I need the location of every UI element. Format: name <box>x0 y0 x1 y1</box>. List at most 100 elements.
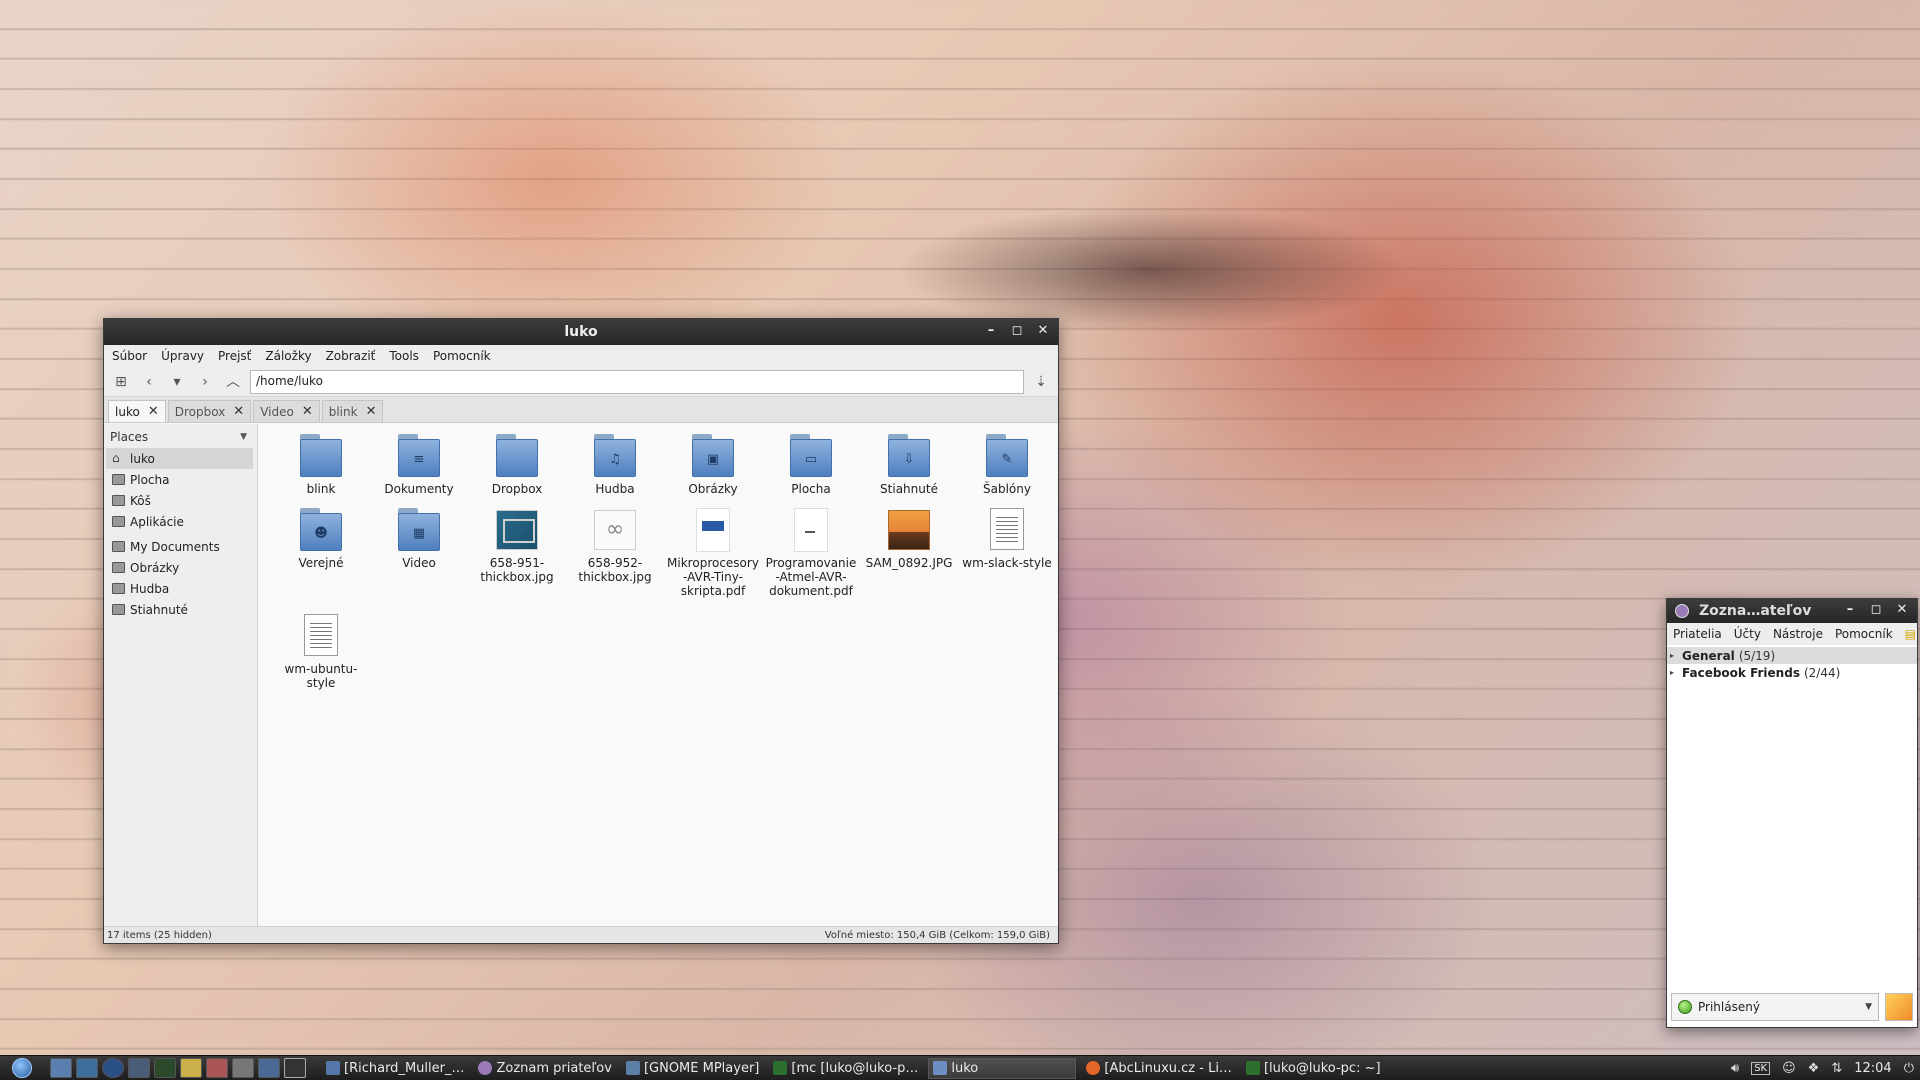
show-desktop-icon[interactable] <box>284 1058 306 1078</box>
task-gnome-mplayer[interactable]: [GNOME MPlayer] <box>622 1058 763 1079</box>
places-header[interactable]: Places ▼ <box>104 430 257 448</box>
keyboard-layout-indicator[interactable]: SK <box>1751 1061 1771 1075</box>
file-item[interactable]: ✎ Šablóny <box>960 434 1054 496</box>
maximize-icon[interactable]: ◻ <box>1867 601 1885 619</box>
task-mc[interactable]: [mc [luko@luko-p… <box>769 1058 922 1079</box>
display-launcher-icon[interactable] <box>258 1058 280 1078</box>
task-luko[interactable]: luko <box>928 1057 1077 1079</box>
menu-subor[interactable]: Súbor <box>112 349 147 363</box>
menu-nastroje[interactable]: Nástroje <box>1773 627 1823 641</box>
file-item[interactable]: blink <box>274 434 368 496</box>
file-item[interactable]: wm-slack-style <box>960 508 1054 570</box>
close-icon[interactable]: ✕ <box>302 404 313 419</box>
pidgin-tray-icon[interactable]: ☺ <box>1782 1061 1796 1076</box>
notes-icon[interactable]: ▤ <box>1905 627 1916 641</box>
group-facebook-friends[interactable]: ▸ Facebook Friends (2/44) <box>1667 664 1917 681</box>
menu-priatelia[interactable]: Priatelia <box>1673 627 1722 641</box>
menu-logo-icon <box>12 1058 32 1078</box>
window-launcher-icon[interactable] <box>232 1058 254 1078</box>
file-item[interactable]: ▣ Obrázky <box>666 434 760 496</box>
maximize-icon[interactable]: ◻ <box>1008 322 1026 340</box>
close-icon[interactable]: ✕ <box>1893 601 1911 619</box>
chevron-down-icon[interactable]: ▼ <box>1865 1002 1872 1012</box>
file-item[interactable]: ▦ Video <box>372 508 466 570</box>
status-selector[interactable]: Prihlásený ▼ <box>1671 993 1879 1021</box>
menu-zobrazit[interactable]: Zobraziť <box>326 349 376 363</box>
file-manager-launcher-icon[interactable] <box>50 1058 72 1078</box>
tab-dropbox[interactable]: Dropbox ✕ <box>167 400 252 422</box>
dropbox-icon[interactable]: ❖ <box>1808 1061 1820 1076</box>
file-item[interactable]: ≡ Dokumenty <box>372 434 466 496</box>
sidebar-item-label: Stiahnuté <box>130 602 188 617</box>
task-zoznam-priatelov[interactable]: Zoznam priateľov <box>474 1058 615 1079</box>
group-general[interactable]: ▸ General (5/19) <box>1667 647 1917 664</box>
taskbar: [Richard_Muller_… Zoznam priateľov [GNOM… <box>0 1055 1920 1080</box>
menu-tools[interactable]: Tools <box>389 349 419 363</box>
history-dropdown-icon[interactable]: ▾ <box>166 371 188 393</box>
buddy-titlebar[interactable]: Zozna…ateľov – ◻ ✕ <box>1667 599 1917 623</box>
file-item[interactable]: Dropbox <box>470 434 564 496</box>
sidebar-item-plocha[interactable]: Plocha <box>106 469 253 490</box>
sidebar-item-kos[interactable]: Kôš <box>106 490 253 511</box>
fm-titlebar[interactable]: luko – ◻ ✕ <box>104 319 1058 345</box>
menu-pomocnik[interactable]: Pomocník <box>433 349 491 363</box>
network-icon[interactable]: ⇅ <box>1831 1061 1842 1076</box>
minimize-icon[interactable]: – <box>1841 601 1859 619</box>
file-item[interactable]: 658-951-thickbox.jpg <box>470 508 564 584</box>
tab-luko[interactable]: luko ✕ <box>108 400 166 422</box>
file-item[interactable]: wm-ubuntu-style <box>274 614 368 690</box>
sidebar-item-aplikacie[interactable]: Aplikácie <box>106 511 253 532</box>
system-tray: 🔊︎ SK ☺ ❖ ⇅ 12:04 ⏻ <box>1731 1061 1914 1076</box>
tab-video[interactable]: Video ✕ <box>253 400 320 422</box>
menu-zalozky[interactable]: Záložky <box>265 349 311 363</box>
browser-launcher-icon[interactable] <box>102 1058 124 1078</box>
volume-icon[interactable]: 🔊︎ <box>1731 1061 1739 1076</box>
minimize-icon[interactable]: – <box>982 322 1000 340</box>
start-menu-button[interactable] <box>0 1056 44 1080</box>
close-icon[interactable]: ✕ <box>366 404 377 419</box>
notes-launcher-icon[interactable] <box>180 1058 202 1078</box>
forward-icon[interactable]: › <box>194 371 216 393</box>
up-icon[interactable]: ︿ <box>222 371 244 393</box>
close-icon[interactable]: ✕ <box>233 404 244 419</box>
sidebar-item-luko[interactable]: ⌂ luko <box>106 448 253 469</box>
file-item[interactable]: Programovanie-Atmel-AVR-dokument.pdf <box>764 508 858 598</box>
chevron-down-icon[interactable]: ▼ <box>240 432 247 442</box>
file-item[interactable]: Mikroprocesory-AVR-Tiny-skripta.pdf <box>666 508 760 598</box>
back-icon[interactable]: ‹ <box>138 371 160 393</box>
expand-arrow-icon[interactable]: ▸ <box>1670 651 1678 660</box>
media-launcher-icon[interactable] <box>128 1058 150 1078</box>
new-tab-icon[interactable]: ⊞ <box>110 371 132 393</box>
clock[interactable]: 12:04 <box>1854 1061 1891 1076</box>
file-label: Verejné <box>298 556 344 570</box>
sidebar-item-my-documents[interactable]: My Documents <box>106 536 253 557</box>
settings-launcher-icon[interactable] <box>206 1058 228 1078</box>
menu-prejst[interactable]: Prejsť <box>218 349 251 363</box>
sidebar-item-hudba[interactable]: Hudba <box>106 578 253 599</box>
buddy-avatar[interactable] <box>1885 993 1913 1021</box>
menu-pomocnik[interactable]: Pomocník <box>1835 627 1893 641</box>
menu-upravy[interactable]: Úpravy <box>161 349 204 363</box>
close-icon[interactable]: ✕ <box>148 404 159 419</box>
sidebar-item-stiahnute[interactable]: Stiahnuté <box>106 599 253 620</box>
expand-arrow-icon[interactable]: ▸ <box>1670 668 1678 677</box>
power-icon[interactable]: ⏻ <box>1904 1061 1914 1076</box>
file-item[interactable]: ▭ Plocha <box>764 434 858 496</box>
sidebar-item-obrazky[interactable]: Obrázky <box>106 557 253 578</box>
task-terminal[interactable]: [luko@luko-pc: ~] <box>1242 1058 1385 1079</box>
file-item[interactable]: ⇩ Stiahnuté <box>862 434 956 496</box>
file-item[interactable]: ☻ Verejné <box>274 508 368 570</box>
tab-blink[interactable]: blink ✕ <box>321 400 384 422</box>
path-input[interactable]: /home/luko <box>250 369 1024 394</box>
task-abclinuxu[interactable]: [AbcLinuxu.cz - Li… <box>1082 1058 1236 1079</box>
go-icon[interactable]: ⇣ <box>1030 371 1052 393</box>
file-item[interactable]: SAM_0892.JPG <box>862 508 956 570</box>
task-richard-muller[interactable]: [Richard_Muller_… <box>322 1058 468 1079</box>
desktop-launcher-icon[interactable] <box>76 1058 98 1078</box>
menu-ucty[interactable]: Účty <box>1734 627 1761 641</box>
file-item[interactable]: ♫ Hudba <box>568 434 662 496</box>
close-icon[interactable]: ✕ <box>1034 322 1052 340</box>
file-label: 658-951-thickbox.jpg <box>480 556 554 584</box>
terminal-launcher-icon[interactable] <box>154 1058 176 1078</box>
file-item[interactable]: 658-952-thickbox.jpg <box>568 508 662 584</box>
